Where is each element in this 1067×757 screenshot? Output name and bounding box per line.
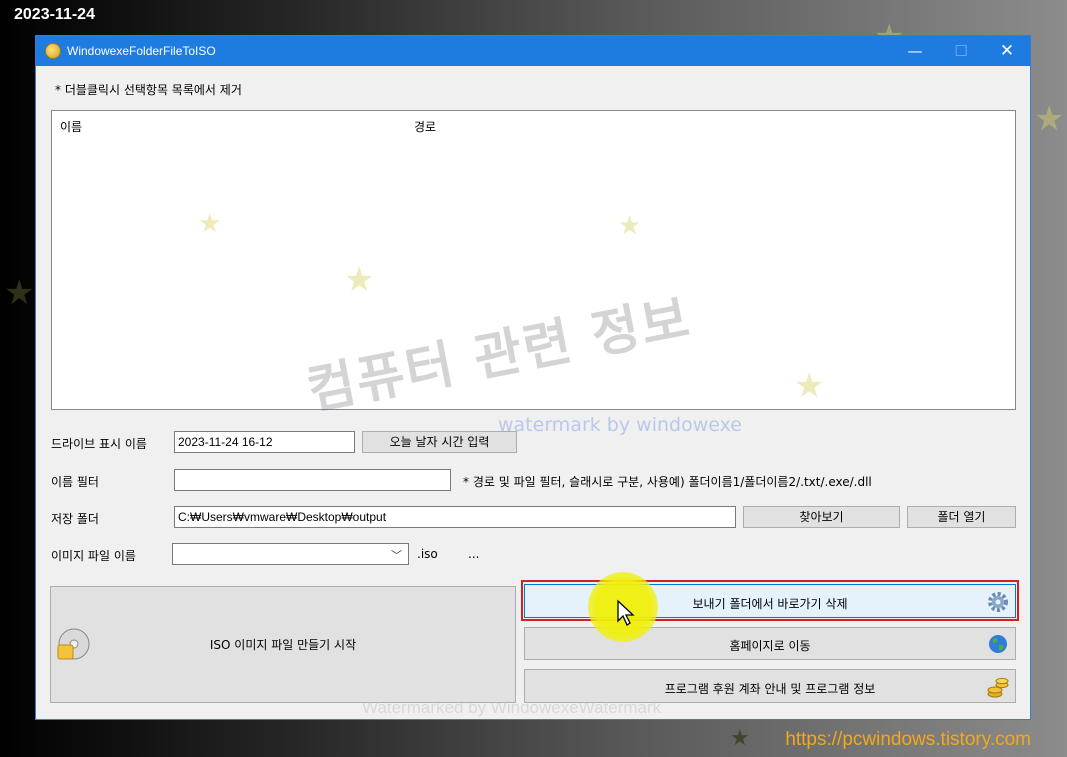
homepage-label: 홈페이지로 이동	[729, 639, 811, 653]
star-decoration: ★	[4, 273, 35, 313]
column-header-path[interactable]: 경로	[414, 118, 436, 135]
chevron-down-icon[interactable]: ﹀	[391, 547, 402, 564]
coins-icon	[987, 677, 1009, 698]
star-decoration: ★	[1034, 99, 1065, 139]
star-decoration: ★	[794, 366, 825, 406]
name-filter-label: 이름 필터	[51, 475, 99, 489]
star-decoration: ★	[198, 209, 222, 239]
create-iso-label: ISO 이미지 파일 만들기 시작	[209, 638, 357, 652]
double-click-hint: * 더블클릭시 선택항목 목록에서 제거	[55, 83, 242, 97]
star-decoration: ★	[730, 726, 750, 751]
open-folder-button[interactable]: 폴더 열기	[907, 506, 1016, 528]
date-stamp: 2023-11-24	[14, 6, 95, 23]
site-url-link[interactable]: https://pcwindows.tistory.com	[785, 729, 1031, 751]
image-name-label: 이미지 파일 이름	[51, 549, 136, 563]
save-folder-label: 저장 폴더	[51, 512, 99, 526]
watermark-bottom: Watermarked by WindowexeWatermark	[362, 698, 662, 717]
iso-extension-label: .iso	[417, 547, 438, 561]
image-name-select[interactable]: ﹀	[172, 543, 409, 565]
title-bar[interactable]: WindowexeFolderFileToISO — ☐ ✕	[36, 36, 1030, 66]
globe-icon	[989, 635, 1007, 653]
more-button[interactable]: ...	[468, 547, 479, 561]
drive-label-label: 드라이브 표시 이름	[51, 437, 147, 451]
star-decoration: ★	[618, 211, 642, 241]
name-filter-hint: * 경로 및 파일 필터, 슬래시로 구분, 사용예) 폴더이름1/폴더이름2/…	[463, 475, 872, 489]
gear-icon	[988, 592, 1008, 612]
name-filter-input[interactable]	[174, 469, 451, 491]
star-decoration: ★	[344, 260, 375, 300]
mouse-pointer-icon	[617, 599, 635, 626]
insert-today-button[interactable]: 오늘 날자 시간 입력	[362, 431, 517, 453]
watermark-sub: watermark by windowexe	[498, 414, 742, 436]
drive-label-input[interactable]: 2023-11-24 16-12	[174, 431, 355, 453]
browse-button[interactable]: 찾아보기	[743, 506, 900, 528]
maximize-button[interactable]: ☐	[938, 36, 984, 66]
column-header-name[interactable]: 이름	[60, 118, 82, 135]
create-iso-button[interactable]: ISO 이미지 파일 만들기 시작	[50, 586, 516, 703]
save-folder-input[interactable]: C:₩Users₩vmware₩Desktop₩output	[174, 506, 736, 528]
close-button[interactable]: ✕	[984, 36, 1030, 66]
window-title: WindowexeFolderFileToISO	[67, 44, 216, 58]
app-icon	[45, 43, 61, 59]
minimize-button[interactable]: —	[892, 36, 938, 66]
program-info-label: 프로그램 후원 계좌 안내 및 프로그램 정보	[664, 682, 876, 696]
